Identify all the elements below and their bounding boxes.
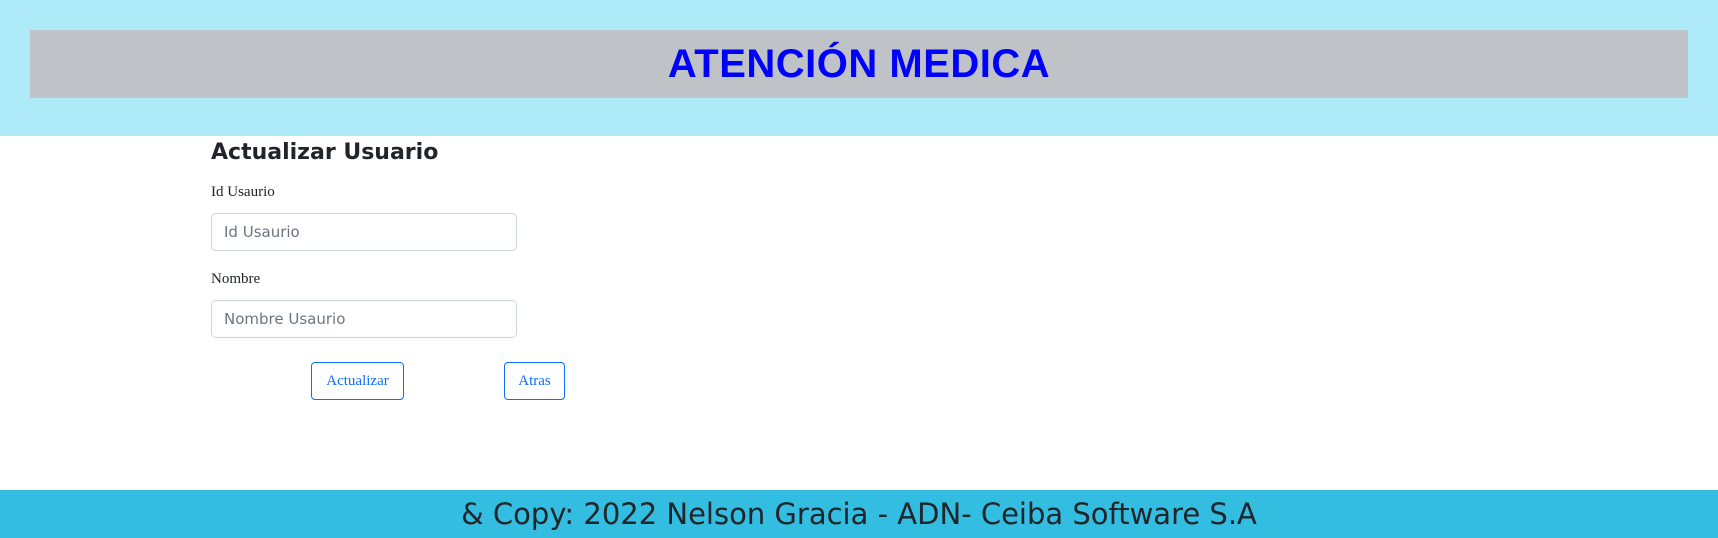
form-title: Actualizar Usuario (211, 140, 439, 165)
header-band: ATENCIÓN MEDICA (0, 0, 1718, 136)
nombre-label: Nombre (211, 271, 261, 287)
page-title: ATENCIÓN MEDICA (667, 41, 1051, 86)
footer-copyright: & Copy: 2022 Nelson Gracia - ADN- Ceiba … (461, 497, 1257, 531)
footer: & Copy: 2022 Nelson Gracia - ADN- Ceiba … (0, 490, 1718, 538)
header-bar: ATENCIÓN MEDICA (30, 30, 1688, 98)
actualizar-button[interactable]: Actualizar (311, 362, 404, 400)
id-usuario-input[interactable] (211, 213, 517, 251)
atras-button[interactable]: Atras (504, 362, 565, 400)
id-usuario-label: Id Usaurio (211, 184, 275, 200)
nombre-input[interactable] (211, 300, 517, 338)
